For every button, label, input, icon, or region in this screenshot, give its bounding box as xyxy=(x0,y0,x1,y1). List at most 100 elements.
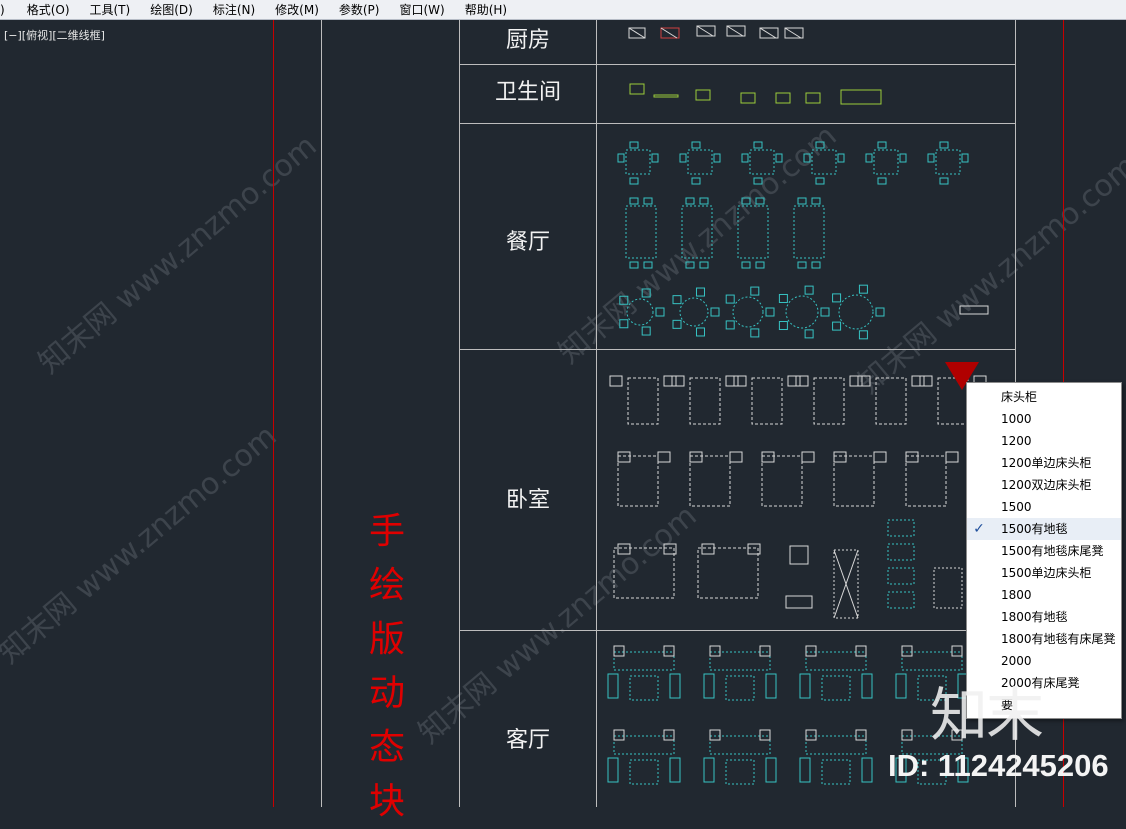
cad-rect xyxy=(797,261,807,269)
menu-item[interactable]: 参数(P) xyxy=(339,1,380,18)
cad-rect xyxy=(679,153,687,163)
cad-rect xyxy=(663,645,675,657)
menu-option-label: 1200单边床头柜 xyxy=(1001,456,1092,470)
cad-rect xyxy=(709,651,771,671)
cad-rect xyxy=(775,153,783,163)
cad-rect xyxy=(755,197,765,205)
cad-rect xyxy=(887,591,915,609)
cad-rect xyxy=(663,375,677,387)
cad-line xyxy=(759,27,777,39)
cad-rect xyxy=(695,89,711,101)
cad-rect xyxy=(713,153,721,163)
menu-item[interactable]: 帮助(H) xyxy=(465,1,507,18)
cad-rect xyxy=(813,377,845,425)
menu-item[interactable]: 标注(N) xyxy=(213,1,255,18)
cad-rect xyxy=(858,284,868,294)
menu-item[interactable]: 工具(T) xyxy=(90,1,131,18)
cad-rect xyxy=(821,759,851,785)
cad-rect xyxy=(833,455,875,507)
menu-option[interactable]: 1500有地毯床尾凳 xyxy=(967,540,1121,562)
cad-rect xyxy=(837,153,845,163)
menu-item[interactable]: 格式(O) xyxy=(27,1,70,18)
cad-rect xyxy=(901,729,913,741)
cad-rect xyxy=(961,153,969,163)
cad-rect xyxy=(629,141,639,149)
title-char: 绘 xyxy=(368,565,405,606)
cad-rect xyxy=(625,205,657,259)
row-label-dining: 餐厅 xyxy=(505,230,550,255)
cad-rect xyxy=(797,197,807,205)
cad-rect xyxy=(709,729,721,741)
menu-item[interactable]: 窗口(W) xyxy=(399,1,444,18)
cad-rect xyxy=(685,261,695,269)
cad-rect xyxy=(805,92,821,104)
menu-option[interactable]: 1500 xyxy=(967,496,1121,518)
cad-rect xyxy=(865,153,873,163)
cad-rect xyxy=(899,153,907,163)
cad-rect xyxy=(607,757,619,783)
cad-rect xyxy=(691,141,701,149)
cad-rect xyxy=(805,735,867,755)
menu-option[interactable]: 1200单边床头柜 xyxy=(967,452,1121,474)
menu-option[interactable]: 1200 xyxy=(967,430,1121,452)
menu-option-label: 1800有地毯 xyxy=(1001,610,1068,624)
cad-rect xyxy=(919,375,933,387)
menu-item[interactable]: 绘图(D) xyxy=(150,1,193,18)
menu-option[interactable]: 1800有地毯有床尾凳 xyxy=(967,628,1121,650)
menu-option[interactable]: 1800 xyxy=(967,584,1121,606)
cad-rect xyxy=(669,673,681,699)
title-char: 动 xyxy=(368,673,405,714)
menu-option[interactable]: ✓ 1500有地毯 xyxy=(967,518,1121,540)
cad-rect xyxy=(695,287,705,297)
row-label-kitchen: 厨房 xyxy=(505,28,550,53)
menu-option-label: 1500单边床头柜 xyxy=(1001,566,1092,580)
cad-rect xyxy=(927,153,935,163)
cad-rect xyxy=(651,153,659,163)
boundary-line xyxy=(273,20,274,807)
cad-rect xyxy=(691,177,701,185)
cad-rect xyxy=(617,451,631,463)
cad-rect xyxy=(935,149,961,175)
menu-option-label: 1500 xyxy=(1001,500,1032,514)
menu-item[interactable]: ) xyxy=(0,3,5,17)
vertical-title: 手 绘 版 动 态 块 xyxy=(362,505,412,829)
cad-rect xyxy=(861,757,873,783)
menu-option[interactable]: 1800有地毯 xyxy=(967,606,1121,628)
row-label-bathroom: 卫生间 xyxy=(494,80,561,105)
cad-rect xyxy=(939,177,949,185)
cad-rect xyxy=(703,673,715,699)
cad-rect xyxy=(741,197,751,205)
cad-rect xyxy=(629,675,659,701)
cad-rect xyxy=(875,307,885,317)
cad-rect xyxy=(855,645,867,657)
viewport-label[interactable]: [−][俯视][二维线框] xyxy=(4,27,105,43)
cad-rect xyxy=(729,451,743,463)
cad-rect xyxy=(875,377,907,425)
menu-option-label: 床头柜 xyxy=(1001,390,1038,404)
cad-rect xyxy=(887,543,915,561)
cad-circle xyxy=(838,294,874,330)
cad-rect xyxy=(613,735,675,755)
menu-option[interactable]: 1000 xyxy=(967,408,1121,430)
cad-rect xyxy=(855,729,867,741)
cad-rect xyxy=(873,451,887,463)
title-char: 块 xyxy=(368,781,405,822)
menu-option[interactable]: 1200双边床头柜 xyxy=(967,474,1121,496)
cad-circle xyxy=(785,295,819,329)
menu-option[interactable]: 1500单边床头柜 xyxy=(967,562,1121,584)
menu-option[interactable]: 床头柜 xyxy=(967,386,1121,408)
cad-rect xyxy=(669,757,681,783)
cad-rect xyxy=(607,673,619,699)
cad-line xyxy=(660,27,678,39)
menu-item[interactable]: 修改(M) xyxy=(275,1,319,18)
frame-line xyxy=(321,20,322,807)
cad-rect xyxy=(887,567,915,585)
cad-rect xyxy=(740,92,756,104)
cad-circle xyxy=(679,297,709,327)
cad-rect xyxy=(657,451,671,463)
cad-rect xyxy=(685,197,695,205)
cad-rect xyxy=(793,205,825,259)
cad-rect xyxy=(710,307,720,317)
cad-line xyxy=(726,25,744,37)
title-char: 版 xyxy=(368,619,405,660)
